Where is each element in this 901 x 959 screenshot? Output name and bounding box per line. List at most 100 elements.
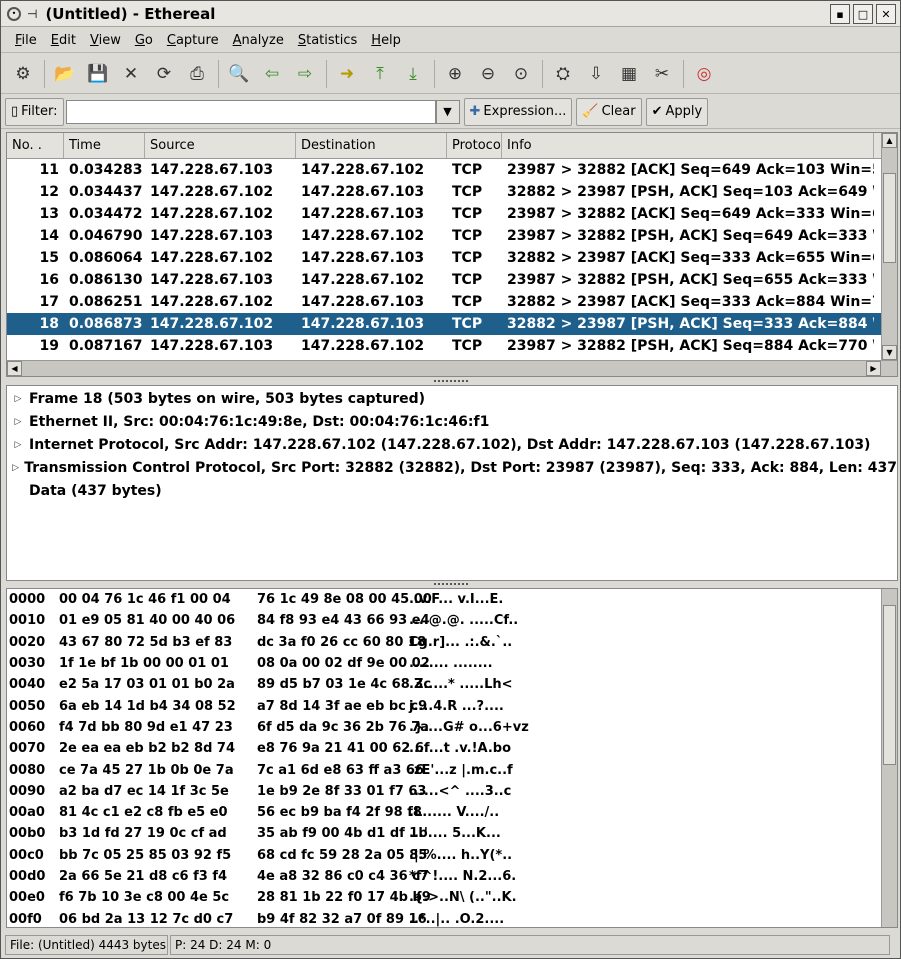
menu-analyze[interactable]: Analyze [233,33,284,48]
find-icon[interactable]: 🔍 [225,60,253,88]
hex-row[interactable]: 0010 01 e9 05 81 40 00 40 06 84 f8 93 e4 4… [7,610,897,631]
column-no[interactable]: No. . [7,133,64,158]
scroll-thumb[interactable] [883,173,896,263]
display-filter-icon[interactable]: ⇩ [582,60,610,88]
column-source[interactable]: Source [145,133,296,158]
expander-arrow-icon[interactable]: ▷ [7,417,29,427]
scroll-right-icon[interactable]: ▶ [866,361,881,376]
goto-icon[interactable]: ➜ [333,60,361,88]
packet-row[interactable]: 15 0.086064 147.228.67.102 147.228.67.103 TC… [7,247,897,269]
column-info[interactable]: Info [502,133,874,158]
detail-tree-item[interactable]: Data (437 bytes) [7,479,897,502]
detail-tree-item[interactable]: ▷ Ethernet II, Src: 00:04:76:1c:49:8e, Ds… [7,410,897,433]
hex-bytes-second: dc 3a f0 26 cc 60 80 18 [257,634,426,650]
hex-row[interactable]: 0070 2e ea ea eb b2 b2 8d 74 e8 76 9a 21 4… [7,738,897,759]
coloring-icon[interactable]: ▦ [615,60,643,88]
packet-cell-proto: TCP [452,228,483,244]
hex-row[interactable]: 00b0 b3 1d fd 27 19 0c cf ad 35 ab f9 00 4… [7,823,897,844]
save-icon[interactable]: 💾 [84,60,112,88]
pane-splitter[interactable] [1,378,900,384]
zoom-normal-icon[interactable]: ⊙ [507,60,535,88]
packet-list-hscroll[interactable]: ◀ ▶ [7,360,897,376]
last-icon[interactable]: ⤓ [399,60,427,88]
hex-row[interactable]: 00d0 2a 66 5e 21 d8 c6 f3 f4 4e a8 32 86 c… [7,866,897,887]
packet-row[interactable]: 14 0.046790 147.228.67.103 147.228.67.102 TC… [7,225,897,247]
preferences-icon[interactable]: ✂ [648,60,676,88]
scroll-up-icon[interactable]: ▲ [882,133,897,148]
detail-tree-item[interactable]: ▷ Transmission Control Protocol, Src Port… [7,456,897,479]
hex-row[interactable]: 00f0 06 bd 2a 13 12 7c d0 c7 b9 4f 82 32 a… [7,908,897,927]
capture-filter-icon[interactable]: ⛭ [549,60,577,88]
zoom-out-icon[interactable]: ⊖ [474,60,502,88]
packet-cell-no: 13 [39,206,59,222]
column-destination[interactable]: Destination [296,133,447,158]
menu-capture[interactable]: Capture [167,33,219,48]
scroll-down-icon[interactable]: ▼ [882,345,897,360]
hex-row[interactable]: 0000 00 04 76 1c 46 f1 00 04 76 1c 49 8e 0… [7,589,897,610]
menu-statistics[interactable]: Statistics [298,33,357,48]
close-window-button[interactable]: ✕ [876,4,896,24]
expander-arrow-icon[interactable]: ▷ [7,394,29,404]
packet-row[interactable]: 11 0.034283 147.228.67.103 147.228.67.102 TC… [7,159,897,181]
title-bar[interactable]: • ⊣ (Untitled) - Ethereal ▪ □ ✕ [1,1,900,27]
reload-icon[interactable]: ⟳ [150,60,178,88]
main-toolbar: ⚙ 📂 💾 ✕ ⟳ ⎙ 🔍 ⇦ ⇨ ➜ ⤒ ⤓ ⊕ ⊖ ⊙ ⛭ ⇩ ▦ ✂ ◎ [1,54,900,94]
packet-row[interactable]: 18 0.086873 147.228.67.102 147.228.67.103 TC… [7,313,897,335]
hex-bytes-second: b9 4f 82 32 a7 0f 89 16 [257,911,427,927]
print-icon[interactable]: ⎙ [183,60,211,88]
hex-row[interactable]: 00c0 bb 7c 05 25 85 03 92 f5 68 cd fc 59 2… [7,845,897,866]
window-menu-icon[interactable]: • [7,6,21,21]
expander-arrow-icon[interactable]: ▷ [7,463,24,473]
packet-row[interactable]: 17 0.086251 147.228.67.102 147.228.67.103 TC… [7,291,897,313]
hex-row[interactable]: 00a0 81 4c c1 e2 c8 fb e5 e0 56 ec b9 ba f… [7,802,897,823]
packet-details-tree: ▷ Frame 18 (503 bytes on wire, 503 bytes … [6,385,898,581]
zoom-in-icon[interactable]: ⊕ [441,60,469,88]
hex-offset: 00e0 [9,890,45,906]
column-time[interactable]: Time [64,133,145,158]
menu-go[interactable]: Go [135,33,153,48]
pin-icon[interactable]: ⊣ [27,7,37,21]
hex-row[interactable]: 0060 f4 7d bb 80 9d e1 47 23 6f d5 da 9c 3… [7,717,897,738]
forward-icon[interactable]: ⇨ [291,60,319,88]
packet-row[interactable]: 16 0.086130 147.228.67.103 147.228.67.102 TC… [7,269,897,291]
first-icon[interactable]: ⤒ [366,60,394,88]
close-icon[interactable]: ✕ [117,60,145,88]
apply-button[interactable]: ✔ Apply [645,97,709,126]
expander-arrow-icon[interactable]: ▷ [7,440,29,450]
help-icon[interactable]: ◎ [690,60,718,88]
filter-dropdown[interactable]: ▼ [435,99,460,124]
hex-row[interactable]: 0020 43 67 80 72 5d b3 ef 83 dc 3a f0 26 c… [7,632,897,653]
bytes-vscroll[interactable] [881,589,897,927]
filter-button[interactable]: ▯ Filter: [5,97,64,126]
expression-button[interactable]: ✚ Expression... [463,97,573,126]
maximize-button[interactable]: □ [853,4,873,24]
hex-row[interactable]: 0040 e2 5a 17 03 01 01 b0 2a 89 d5 b7 03 1… [7,674,897,695]
interfaces-icon[interactable]: ⚙ [9,60,37,88]
menu-help[interactable]: Help [371,33,401,48]
hex-row[interactable]: 00e0 f6 7b 10 3e c8 00 4e 5c 28 81 1b 22 f… [7,887,897,908]
packet-list-vscroll[interactable]: ▲ ▼ [881,133,897,360]
packet-row[interactable]: 19 0.087167 147.228.67.103 147.228.67.102 TC… [7,335,897,357]
minimize-button[interactable]: ▪ [830,4,850,24]
scroll-thumb[interactable] [883,605,896,765]
scroll-left-icon[interactable]: ◀ [7,361,22,376]
hex-row[interactable]: 0090 a2 ba d7 ec 14 1f 3c 5e 1e b9 2e 8f 3… [7,781,897,802]
packet-row[interactable]: 12 0.034437 147.228.67.102 147.228.67.103 TC… [7,181,897,203]
hex-row[interactable]: 0030 1f 1e bf 1b 00 00 01 01 08 0a 00 02 d… [7,653,897,674]
packet-cell-no: 18 [39,316,59,332]
back-icon[interactable]: ⇦ [258,60,286,88]
menu-view[interactable]: View [90,33,121,48]
detail-tree-item[interactable]: ▷ Internet Protocol, Src Addr: 147.228.67… [7,433,897,456]
menu-file[interactable]: File [15,33,37,48]
hex-row[interactable]: 0080 ce 7a 45 27 1b 0b 0e 7a 7c a1 6d e8 6… [7,759,897,780]
pane-splitter[interactable] [1,581,900,587]
filter-input[interactable] [65,99,436,124]
packet-cell-src: 147.228.67.102 [150,250,274,266]
column-protocol[interactable]: Protocol [447,133,502,158]
open-icon[interactable]: 📂 [51,60,79,88]
hex-row[interactable]: 0050 6a eb 14 1d b4 34 08 52 a7 8d 14 3f a… [7,695,897,716]
clear-button[interactable]: 🧹 Clear [576,97,642,126]
packet-row[interactable]: 13 0.034472 147.228.67.102 147.228.67.103 TC… [7,203,897,225]
detail-tree-item[interactable]: ▷ Frame 18 (503 bytes on wire, 503 bytes … [7,387,897,410]
menu-edit[interactable]: Edit [51,33,76,48]
